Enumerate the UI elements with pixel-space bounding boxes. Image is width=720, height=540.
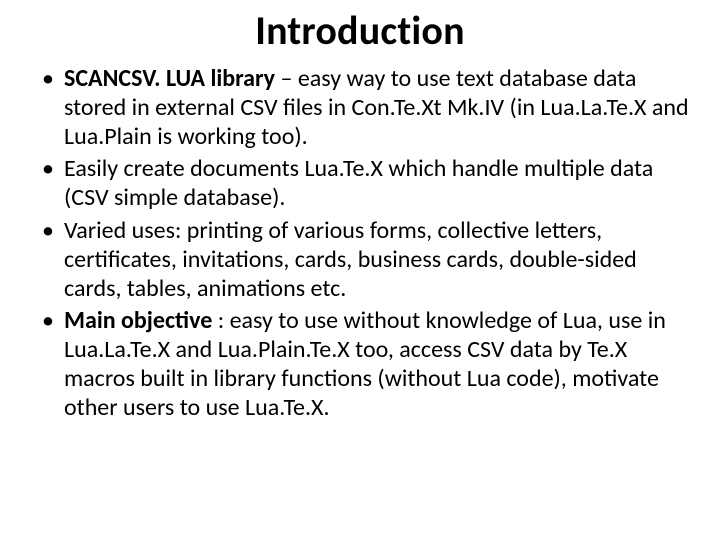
bullet-lead: Main objective: [64, 306, 218, 335]
bullet-list: SCANCSV. LUA library – easy way to use t…: [30, 65, 690, 423]
bullet-text: Varied uses: printing of various forms, …: [64, 216, 637, 303]
list-item: Easily create documents Lua.Te.X which h…: [30, 155, 690, 213]
list-item: Main objective : easy to use without kno…: [30, 307, 690, 422]
slide-title: Introduction: [30, 6, 690, 55]
bullet-text: Easily create documents Lua.Te.X which h…: [64, 154, 653, 212]
list-item: SCANCSV. LUA library – easy way to use t…: [30, 65, 690, 151]
slide: Introduction SCANCSV. LUA library – easy…: [0, 0, 720, 540]
list-item: Varied uses: printing of various forms, …: [30, 217, 690, 303]
bullet-lead: SCANCSV. LUA library: [64, 64, 275, 93]
